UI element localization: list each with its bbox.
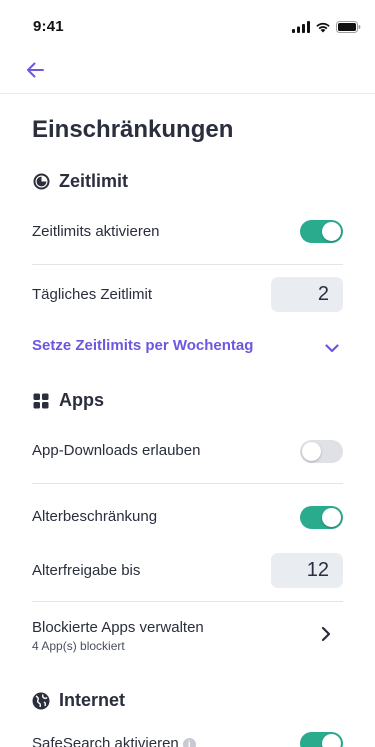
safesearch-label: SafeSearch aktivieren i [32,735,196,747]
page-title: Einschränkungen [32,116,234,143]
chevron-down-icon [325,340,339,358]
alterbeschraenkung-label: Alterbeschränkung [32,508,158,525]
alterfreigabe-input[interactable]: 12 [271,553,343,588]
clock-pie-icon [32,173,50,191]
divider [32,601,343,602]
globe-icon [32,692,50,710]
section-zeitlimit-title: Zeitlimit [59,171,129,191]
section-apps-title: Apps [59,390,104,410]
toggle-knob [322,508,341,527]
taegliches-zeitlimit-label: Tägliches Zeitlimit [32,286,153,303]
toggle-knob [322,222,341,241]
weekday-limits-link[interactable]: Setze Zeitlimits per Wochentag [32,337,343,357]
blockierte-apps-label[interactable]: Blockierte Apps verwalten [32,619,204,636]
signal-icon [292,20,310,38]
info-icon[interactable]: i [182,737,196,747]
divider [32,483,343,484]
wifi-icon [315,20,331,38]
grid-icon [32,392,50,410]
toggle-knob [302,442,321,461]
battery-icon [336,20,361,38]
section-zeitlimit-header: Zeitlimit [32,171,128,192]
status-icons [292,20,361,38]
section-apps-header: Apps [32,390,104,411]
safesearch-toggle[interactable] [300,732,343,747]
toggle-knob [322,734,341,747]
section-internet-header: Internet [32,690,125,711]
nav-bar [0,50,375,94]
taegliches-zeitlimit-input[interactable]: 2 [271,277,343,312]
chevron-right-icon[interactable] [321,626,331,647]
zeitlimits-aktivieren-label: Zeitlimits aktivieren [32,223,160,240]
divider [32,264,343,265]
back-button[interactable] [22,59,48,85]
status-bar: 9:41 [0,0,375,50]
alterfreigabe-label: Alterfreigabe bis [32,562,141,579]
weekday-limits-label: Setze Zeitlimits per Wochentag [32,337,254,354]
zeitlimits-aktivieren-toggle[interactable] [300,220,343,243]
status-time: 9:41 [33,18,64,35]
section-internet-title: Internet [59,690,126,710]
blockierte-apps-sub: 4 App(s) blockiert [32,639,125,653]
app-downloads-label: App-Downloads erlauben [32,442,201,459]
safesearch-label-text: SafeSearch aktivieren [32,735,179,747]
arrow-left-icon [26,62,44,83]
alterbeschraenkung-toggle[interactable] [300,506,343,529]
app-downloads-toggle[interactable] [300,440,343,463]
